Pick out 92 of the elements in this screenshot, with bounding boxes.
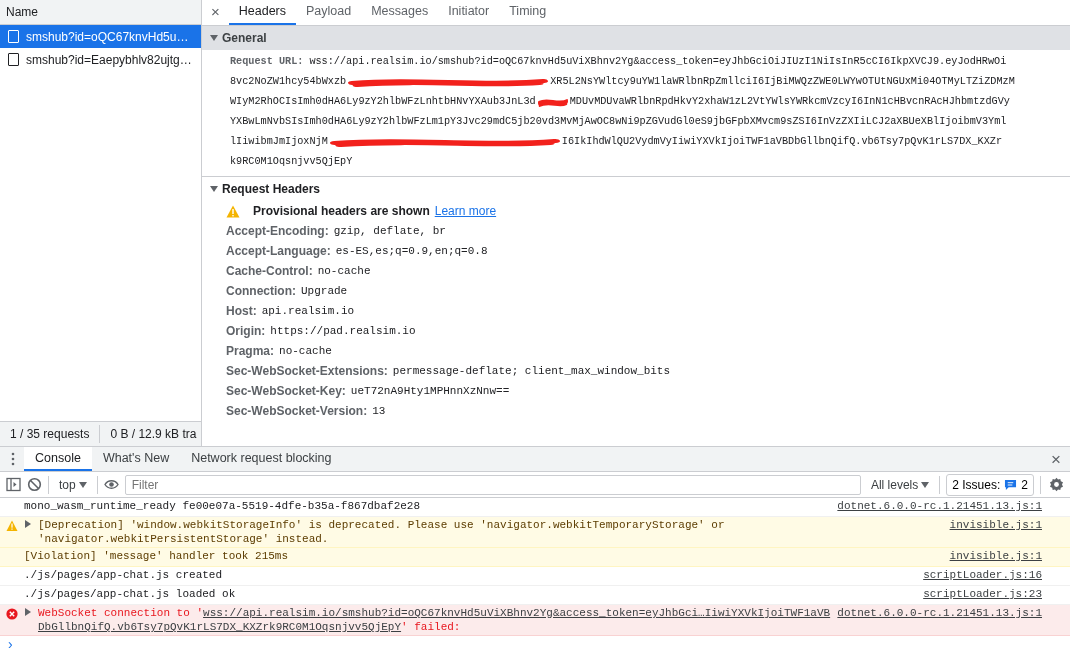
header-value: ueT72nA9Hty1MPHnnXzNnw==	[350, 383, 510, 399]
request-row[interactable]: smshub?id=oQC67knvHd5u…	[0, 25, 201, 48]
context-dropdown[interactable]: top	[55, 475, 91, 494]
issues-button[interactable]: 2 Issues: 2	[946, 473, 1034, 496]
message-text: ' failed:	[401, 621, 461, 633]
url-text: MDUvMDUvaWRlbnRpdHkvY2xhaW1zL2VtYWlsYWRkcmVzcyI6InN1cHBvcnRAcHJhbmtzdGVy	[569, 95, 1010, 110]
url-text: 8vc2NoZW1hcy54bWxzb	[230, 75, 347, 90]
tab[interactable]: What's New	[91, 447, 181, 471]
header-value: 13	[372, 403, 386, 419]
header-name: Sec-WebSocket-Version:	[226, 403, 368, 420]
message-icon	[1004, 478, 1018, 491]
console-prompt[interactable]: ›	[0, 636, 21, 652]
expand-triangle-icon[interactable]	[24, 518, 32, 530]
header-name: Sec-WebSocket-Key:	[226, 383, 346, 400]
header-name: Request URL:	[230, 55, 304, 70]
status-text: 1 / 35 requests	[0, 425, 101, 443]
url-text: k9RC0M1Oqsnjvv5QjEpY	[230, 155, 353, 170]
tab[interactable]: Network request blocking	[180, 447, 343, 471]
issues-label: 2 Issues:	[952, 476, 1001, 494]
tab[interactable]: Messages	[361, 0, 439, 25]
filter-field[interactable]: Filter	[124, 474, 861, 495]
caret-icon	[78, 482, 87, 489]
url-link[interactable]: wss://api.realsim.io/smshub?id=oQC67knvHd5uViXBhnv2Yg&access_token=eyJhbGci…IiwiYXVkIjoiTWF1aVB	[203, 607, 831, 619]
header-name: Origin:	[226, 323, 266, 340]
document-icon	[8, 30, 19, 43]
sidebar-icon	[6, 477, 21, 492]
eye-icon	[103, 477, 119, 492]
close-button[interactable]: ×	[1042, 447, 1070, 471]
header-value: Upgrade	[301, 283, 348, 299]
header-name: Accept-Language:	[226, 243, 331, 260]
url-link[interactable]: DbGllbnQifQ.vb6Tsy7pQvK1rLS7DX_KXZrk9RC0M1Oqsnjvv5QjEpY	[38, 621, 402, 633]
header-value: gzip, deflate, br	[333, 223, 446, 239]
tab[interactable]: Console	[24, 447, 92, 471]
source-link[interactable]: dotnet.6.0.0-rc.1.21451.13.js:1	[837, 499, 1042, 514]
message-text: mono_wasm_runtime_ready fe00e07a-5519-4dfe-b35a-f867dbaf2e28	[24, 499, 422, 513]
header-value: permessage-deflate; client_max_window_bits	[392, 363, 671, 379]
message-text: WebSocket connection to '	[38, 607, 204, 619]
close-button[interactable]: ×	[202, 0, 229, 25]
redaction-scribble	[537, 97, 568, 107]
issues-count: 2	[1021, 476, 1028, 494]
url-text: XR5L2NsYWltcy9uYW1laWRlbnRpZmllciI6IjBiMWQzZWE0LWYwOTUtNGUxMi04OTMyLTZiZDMzM	[550, 75, 1015, 90]
request-row[interactable]: smshub?id=Eaepybhlv82ujtg…	[0, 48, 201, 71]
url-text: WIyM2RhOCIsImh0dHA6Ly9zY2hlbWFzLnhtbHNvYXAub3JnL3d	[230, 95, 536, 110]
section-title: Request Headers	[222, 181, 321, 198]
request-name: smshub?id=oQC67knvHd5u…	[26, 28, 189, 46]
source-link[interactable]: scriptLoader.js:23	[923, 587, 1042, 602]
triangle-icon	[210, 34, 218, 42]
source-link[interactable]: invisible.js:1	[949, 518, 1042, 533]
triangle-icon	[210, 185, 218, 193]
tab[interactable]: Initiator	[438, 0, 500, 25]
caret-icon	[921, 482, 930, 489]
url-text: I6IkIhdWlQU2VydmVyIiwiYXVkIjoiTWF1aVBDbGllbnQifQ.vb6Tsy7pQvK1rLS7DX_KXZr	[561, 135, 1002, 150]
more-icon	[10, 452, 16, 466]
header-name: Cache-Control:	[226, 263, 313, 280]
notice-text: Provisional headers are shown	[253, 203, 430, 220]
message-text: [Violation] 'message' handler took 215ms	[24, 549, 290, 563]
tab[interactable]: Payload	[296, 0, 362, 25]
section-header[interactable]: Request Headers	[202, 177, 1070, 201]
url-text: wss://api.realsim.io/smshub?id=oQC67knvHd5uViXBhnv2Yg&access_token=eyJhbGciOiJIUzI1NiIsInR5cCI6IkpXVCJ9.eyJodHRwOi	[309, 55, 1007, 70]
message-text: ./js/pages/app-chat.js created	[24, 568, 224, 582]
expand-triangle-icon[interactable]	[24, 606, 32, 618]
header-name: Sec-WebSocket-Extensions:	[226, 363, 388, 380]
message-text: [Deprecation] 'window.webkitStorageInfo' is deprecated. Please use 'navigator.webkitTemporaryStorage' or 'navigator.webkitPersistentStorage' instead.	[38, 518, 726, 546]
request-name: smshub?id=Eaepybhlv82ujtg…	[26, 51, 192, 69]
header-value: no-cache	[279, 343, 332, 359]
header-name: Host:	[226, 303, 257, 320]
url-text: YXBwLmNvbSIsImh0dHA6Ly9zY2hlbWFzLm1pY3Jvc29mdC5jb20vd3MvMjAwOC8wNi9pZGVudGl0eS9jbGFpbXMvcm9sZSI6InVzZXIiLCJ2aXBUeXBlIjoibmV3Yml	[230, 115, 1007, 130]
error-icon	[6, 608, 18, 620]
url-text: lIiwibmJmIjoxNjM	[230, 135, 328, 150]
header-value: es-ES,es;q=0.9,en;q=0.8	[335, 243, 488, 259]
clear-icon	[27, 477, 42, 492]
source-link[interactable]: invisible.js:1	[949, 549, 1042, 564]
header-name: Accept-Encoding:	[226, 223, 329, 240]
learn-more-link[interactable]: Learn more	[434, 202, 497, 220]
tab[interactable]: Timing	[499, 0, 557, 25]
warning-icon	[226, 204, 240, 218]
source-link[interactable]: scriptLoader.js:16	[923, 568, 1042, 583]
levels-dropdown[interactable]: All levels	[866, 475, 934, 494]
section-header[interactable]: General	[202, 26, 1070, 50]
status-text: 0 B / 12.9 kB tra	[100, 425, 201, 443]
section-title: General	[222, 30, 267, 47]
settings-icon	[1049, 477, 1064, 492]
column-header[interactable]: Name	[0, 0, 201, 25]
header-value: api.realsim.io	[261, 303, 355, 319]
header-name: Pragma:	[226, 343, 275, 360]
message-text: ./js/pages/app-chat.js loaded ok	[24, 587, 237, 601]
warning-icon	[6, 520, 18, 532]
document-icon	[8, 53, 19, 66]
header-name: Connection:	[226, 283, 296, 300]
header-value: https://pad.realsim.io	[270, 323, 416, 339]
source-link[interactable]: dotnet.6.0.0-rc.1.21451.13.js:1	[837, 606, 1042, 621]
header-value: no-cache	[317, 263, 371, 279]
